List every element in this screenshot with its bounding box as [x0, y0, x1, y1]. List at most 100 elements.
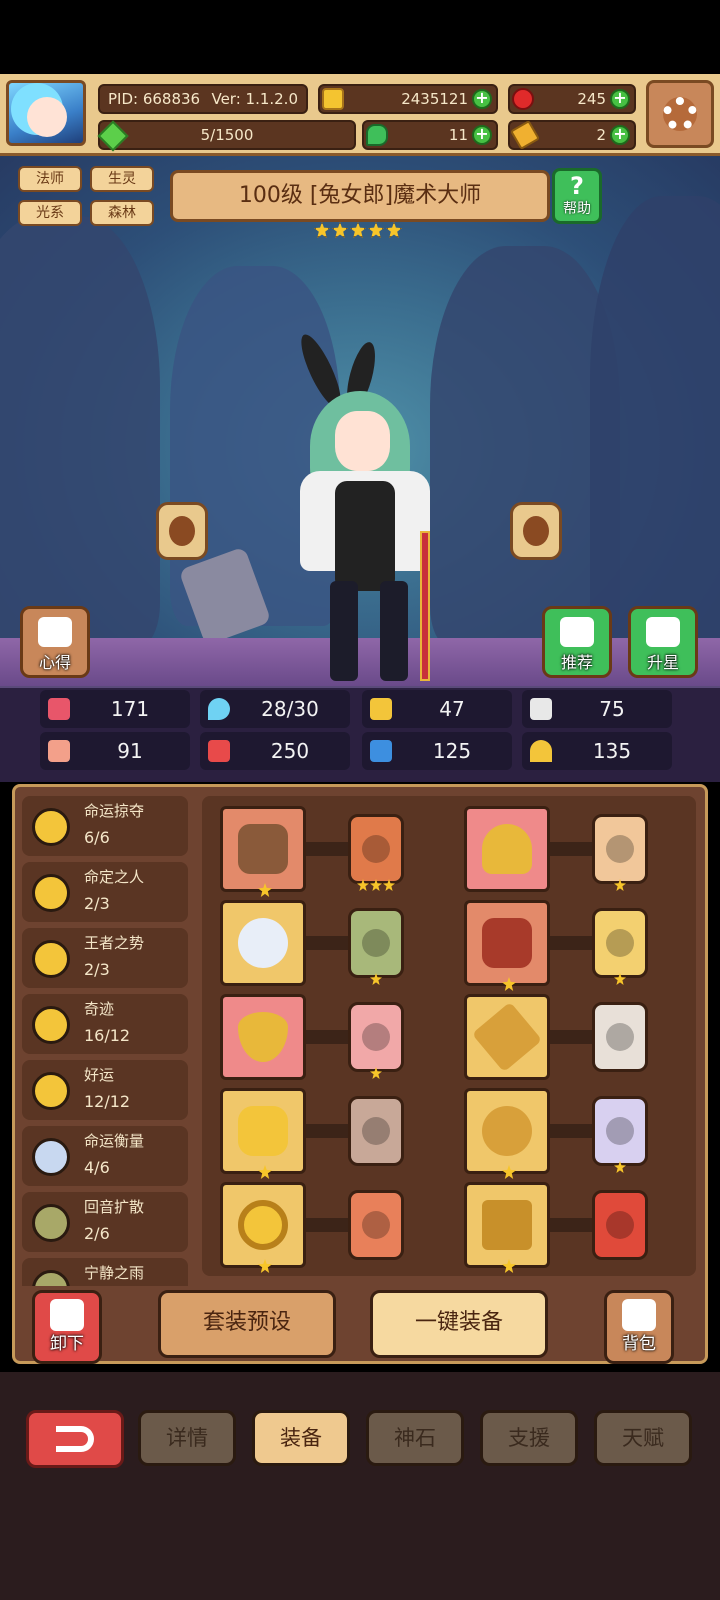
- backpack-icon: [622, 1299, 656, 1331]
- star-icon: [386, 222, 402, 238]
- equip-slot-orb[interactable]: [220, 900, 306, 986]
- preset-button[interactable]: 套装预设: [158, 1290, 336, 1358]
- stat-luck: 135: [522, 732, 672, 770]
- tab-equipment[interactable]: 装备: [252, 1410, 350, 1466]
- hat-icon: [482, 824, 532, 874]
- insight-button[interactable]: 心得: [20, 606, 90, 678]
- tab-divine-stone[interactable]: 神石: [366, 1410, 464, 1466]
- tab-support[interactable]: 支援: [480, 1410, 578, 1466]
- rune-card-orb[interactable]: [348, 908, 404, 985]
- equip-slot-bone-relic[interactable]: [464, 994, 550, 1080]
- status-bar: [0, 0, 720, 74]
- back-button[interactable]: [26, 1410, 124, 1468]
- rune-card-armor[interactable]: [592, 908, 648, 985]
- auto-equip-button[interactable]: 一键装备: [370, 1290, 548, 1358]
- fist-icon: [48, 740, 70, 762]
- tab-talent[interactable]: 天赋: [594, 1410, 692, 1466]
- stats-panel: 171 28/30 47 75 91 250 125 135: [0, 686, 720, 782]
- stat-speed: 75: [522, 690, 672, 728]
- settings-button[interactable]: [646, 80, 714, 148]
- set-item[interactable]: 命运衡量 4/6: [22, 1126, 188, 1186]
- stat-hp-value: 171: [110, 697, 150, 721]
- rune-card-necklace[interactable]: [348, 1002, 404, 1079]
- hero-leg-right: [380, 581, 408, 681]
- set-item[interactable]: 宁静之雨: [22, 1258, 188, 1286]
- set-item[interactable]: 奇迹 16/12: [22, 994, 188, 1054]
- stat-defense-value: 47: [439, 697, 465, 721]
- key-amount: 2: [596, 126, 606, 144]
- hero-leg-left: [330, 581, 358, 681]
- star-icon: [502, 1165, 516, 1179]
- equip-slot-gold-ring[interactable]: [220, 1182, 306, 1273]
- equip-slot-staff[interactable]: [220, 806, 306, 897]
- star-icon: [614, 879, 626, 891]
- add-key-button[interactable]: +: [610, 125, 630, 145]
- bag-button[interactable]: 背包: [604, 1290, 674, 1364]
- set-item[interactable]: 命运掠夺 6/6: [22, 796, 188, 856]
- set-count: 4/6: [84, 1158, 110, 1177]
- equip-slot-necklace[interactable]: [220, 994, 306, 1080]
- hero-character[interactable]: [290, 330, 440, 681]
- stat-magic-value: 250: [270, 739, 310, 763]
- help-label: 帮助: [563, 201, 591, 217]
- rune-card-gold-ring[interactable]: [348, 1190, 404, 1260]
- equip-slot-hat[interactable]: [464, 806, 550, 892]
- equip-slot-armor[interactable]: [464, 900, 550, 991]
- set-item[interactable]: 命定之人 2/3: [22, 862, 188, 922]
- tree-trunk-far-right: [590, 196, 720, 656]
- shield-icon: [370, 698, 392, 720]
- card-stars: [351, 1067, 401, 1079]
- hero-star-rating: [314, 222, 402, 240]
- card-stars: [595, 1161, 645, 1173]
- key-icon: [509, 119, 541, 151]
- set-bonus-list[interactable]: 命运掠夺 6/6 命定之人 2/3 王者之势 2/3 奇迹 16/12 好运 12/12 …: [22, 796, 190, 1286]
- add-ruby-button[interactable]: +: [610, 89, 630, 109]
- rune-face-icon: [362, 1117, 390, 1145]
- add-gold-button[interactable]: +: [472, 89, 492, 109]
- equip-slot-amulet[interactable]: [220, 1088, 306, 1179]
- set-item[interactable]: 好运 12/12: [22, 1060, 188, 1120]
- unequip-button[interactable]: 卸下: [32, 1290, 102, 1364]
- set-medal-icon: [32, 1006, 70, 1044]
- stat-attack: 91: [40, 732, 190, 770]
- rune-card-hat[interactable]: [592, 814, 648, 891]
- star-up-button[interactable]: 升星: [628, 606, 698, 678]
- game-version: Ver: 1.1.2.0: [211, 90, 298, 108]
- star-icon: [502, 977, 516, 991]
- prev-hero-button[interactable]: [156, 502, 208, 560]
- rune-card-boots[interactable]: [592, 1190, 648, 1260]
- card-stars: [351, 973, 401, 985]
- equip-slot-boots[interactable]: [464, 1182, 550, 1273]
- help-button[interactable]: ? 帮助: [552, 168, 602, 224]
- left-arrow-icon: [169, 516, 195, 546]
- tab-details[interactable]: 详情: [138, 1410, 236, 1466]
- rune-card-ring[interactable]: [592, 1096, 648, 1173]
- hero-tag-class: 法师: [18, 166, 82, 192]
- card-stars: [595, 879, 645, 891]
- rune-card-bone-relic[interactable]: [592, 1002, 648, 1072]
- set-medal-icon: [32, 1072, 70, 1110]
- rune-card-amulet[interactable]: [348, 1096, 404, 1166]
- energy-amount: 5/1500: [200, 126, 254, 144]
- add-clover-button[interactable]: +: [472, 125, 492, 145]
- star-icon: [258, 1165, 272, 1179]
- back-arrow-icon: [56, 1426, 94, 1452]
- set-item[interactable]: 回音扩散 2/6: [22, 1192, 188, 1252]
- ruby-box: 245 +: [508, 84, 636, 114]
- insight-label: 心得: [38, 653, 71, 672]
- recommend-button[interactable]: 推荐: [542, 606, 612, 678]
- set-count: 2/6: [84, 1224, 110, 1243]
- next-hero-button[interactable]: [510, 502, 562, 560]
- set-name: 宁静之雨: [84, 1264, 145, 1282]
- set-medal-icon: [32, 940, 70, 978]
- equip-slot-ring[interactable]: [464, 1088, 550, 1179]
- ruby-icon: [512, 88, 534, 110]
- boots-icon: [482, 1200, 532, 1250]
- rune-card-staff[interactable]: [348, 814, 404, 891]
- magic-cane: [420, 531, 430, 681]
- set-name: 回音扩散: [84, 1198, 145, 1216]
- player-avatar[interactable]: [6, 80, 86, 146]
- stat-speed-value: 75: [599, 697, 625, 721]
- set-item[interactable]: 王者之势 2/3: [22, 928, 188, 988]
- player-id: PID: 668836: [108, 90, 201, 108]
